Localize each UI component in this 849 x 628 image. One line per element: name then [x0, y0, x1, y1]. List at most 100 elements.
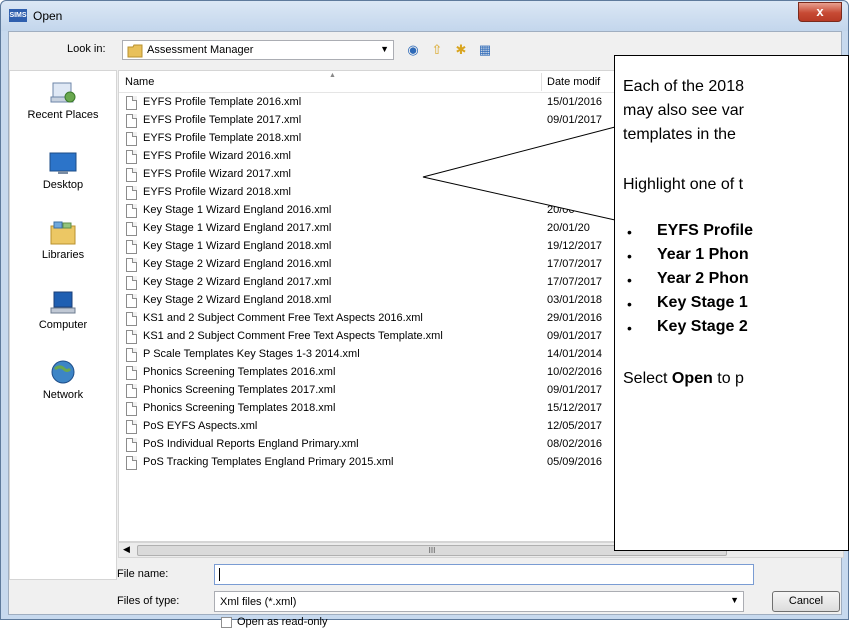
- title-bar[interactable]: SIMS Open x: [1, 1, 848, 31]
- file-name-cell: EYFS Profile Template 2016.xml: [143, 96, 302, 108]
- file-date-cell: 09/01/2017: [547, 114, 603, 126]
- file-date-cell: 29/01/2016: [547, 312, 603, 324]
- new-folder-icon[interactable]: ✱: [452, 41, 470, 59]
- sims-app-icon: SIMS: [9, 9, 27, 22]
- xml-file-icon: [126, 150, 137, 164]
- computer-icon: [50, 291, 76, 314]
- callout-select-line: Select Open to p: [623, 370, 744, 388]
- callout-bullet-item: EYFS Profile: [657, 222, 754, 239]
- place-desktop[interactable]: Desktop: [10, 149, 116, 191]
- place-libraries[interactable]: Libraries: [10, 219, 116, 261]
- network-icon: [51, 360, 75, 384]
- callout-bullet-item: Year 1 Phon: [657, 246, 749, 263]
- text-caret: [219, 568, 220, 581]
- back-icon[interactable]: ◉: [404, 41, 422, 59]
- look-in-dropdown[interactable]: Assessment Manager ▼: [122, 40, 394, 60]
- file-name-cell: EYFS Profile Wizard 2018.xml: [143, 186, 291, 198]
- file-date-cell: 08/02/2016: [547, 438, 603, 450]
- cancel-button[interactable]: Cancel: [772, 591, 840, 612]
- xml-file-icon: [126, 402, 137, 416]
- callout-line: may also see var: [623, 102, 744, 119]
- instruction-callout: Each of the 2018 may also see var templa…: [614, 55, 849, 551]
- xml-file-icon: [126, 186, 137, 200]
- callout-line: Each of the 2018: [623, 78, 744, 95]
- file-date-cell: 14/01/2014: [547, 348, 603, 360]
- xml-file-icon: [126, 222, 137, 236]
- callout-select-suffix: to p: [712, 370, 744, 387]
- file-name-cell: PoS Individual Reports England Primary.x…: [143, 438, 359, 450]
- bullet-glyph: •: [627, 272, 632, 288]
- file-name-cell: Phonics Screening Templates 2016.xml: [143, 366, 336, 378]
- file-name-cell: EYFS Profile Template 2017.xml: [143, 114, 302, 126]
- files-of-type-value: Xml files (*.xml): [220, 596, 297, 608]
- callout-open-keyword: Open: [671, 370, 713, 387]
- column-header-date[interactable]: Date modif: [547, 76, 600, 88]
- column-header-name[interactable]: Name: [125, 76, 154, 88]
- callout-bullet-item: Year 2 Phon: [657, 270, 749, 287]
- place-computer[interactable]: Computer: [10, 289, 116, 331]
- file-name-cell: PoS EYFS Aspects.xml: [143, 420, 258, 432]
- file-name-cell: KS1 and 2 Subject Comment Free Text Aspe…: [143, 312, 423, 324]
- xml-file-icon: [126, 348, 137, 362]
- callout-bullet-item: Key Stage 1: [657, 294, 748, 311]
- file-name-cell: KS1 and 2 Subject Comment Free Text Aspe…: [143, 330, 443, 342]
- file-name-cell: Key Stage 2 Wizard England 2018.xml: [143, 294, 332, 306]
- file-date-cell: 09/01/2017: [547, 330, 603, 342]
- file-name-label: File name:: [117, 568, 169, 580]
- bullet-glyph: •: [627, 248, 632, 264]
- place-label: Libraries: [41, 249, 85, 261]
- column-divider[interactable]: [541, 73, 542, 91]
- file-name-cell: PoS Tracking Templates England Primary 2…: [143, 456, 394, 468]
- xml-file-icon: [126, 438, 137, 452]
- view-menu-icon[interactable]: ▦: [476, 41, 494, 59]
- open-read-only-label[interactable]: Open as read-only: [237, 616, 328, 628]
- file-name-cell: Key Stage 2 Wizard England 2016.xml: [143, 258, 332, 270]
- place-label: Desktop: [42, 179, 84, 191]
- file-name-cell: Key Stage 1 Wizard England 2017.xml: [143, 222, 332, 234]
- callout-highlight-line: Highlight one of t: [623, 176, 744, 193]
- place-recent-places[interactable]: Recent Places: [10, 79, 116, 121]
- file-date-cell: 15/01/2016: [547, 96, 603, 108]
- place-label: Computer: [38, 319, 88, 331]
- chevron-down-icon[interactable]: ▼: [380, 44, 389, 54]
- up-folder-icon[interactable]: ⇧: [428, 41, 446, 59]
- file-name-cell: Key Stage 1 Wizard England 2016.xml: [143, 204, 332, 216]
- chevron-down-icon[interactable]: ▼: [730, 595, 739, 605]
- xml-file-icon: [126, 384, 137, 398]
- libraries-icon: [50, 221, 76, 245]
- file-name-cell: Key Stage 2 Wizard England 2017.xml: [143, 276, 332, 288]
- open-read-only-checkbox[interactable]: [221, 617, 232, 628]
- scroll-left-icon[interactable]: ◀: [123, 544, 130, 555]
- xml-file-icon: [126, 330, 137, 344]
- places-bar: Recent Places Desktop Libraries Computer…: [9, 70, 117, 580]
- bullet-glyph: •: [627, 320, 632, 336]
- files-of-type-dropdown[interactable]: Xml files (*.xml) ▼: [214, 591, 744, 612]
- place-network[interactable]: Network: [10, 359, 116, 401]
- file-name-input[interactable]: [214, 564, 754, 585]
- xml-file-icon: [126, 168, 137, 182]
- xml-file-icon: [126, 204, 137, 218]
- file-date-cell: 17/07/2017: [547, 258, 603, 270]
- navigation-toolbar: ◉ ⇧ ✱ ▦: [404, 40, 494, 60]
- window-title: Open: [33, 9, 63, 23]
- file-name-cell: EYFS Profile Wizard 2017.xml: [143, 168, 291, 180]
- folder-icon: [127, 44, 143, 58]
- sort-ascending-icon: ▲: [329, 72, 336, 79]
- file-date-cell: 17/07/2017: [547, 276, 603, 288]
- file-date-cell: 20/01/20: [547, 222, 590, 234]
- xml-file-icon: [126, 312, 137, 326]
- xml-file-icon: [126, 456, 137, 470]
- callout-bullet-item: Key Stage 2: [657, 318, 748, 335]
- xml-file-icon: [126, 366, 137, 380]
- file-date-cell: 19/12/2017: [547, 240, 603, 252]
- close-button[interactable]: x: [798, 2, 842, 22]
- bullet-glyph: •: [627, 296, 632, 312]
- xml-file-icon: [126, 240, 137, 254]
- place-label: Network: [42, 389, 84, 401]
- xml-file-icon: [126, 114, 137, 128]
- xml-file-icon: [126, 294, 137, 308]
- look-in-value: Assessment Manager: [147, 44, 254, 56]
- xml-file-icon: [126, 96, 137, 110]
- file-date-cell: 12/05/2017: [547, 420, 603, 432]
- file-name-cell: Phonics Screening Templates 2017.xml: [143, 384, 336, 396]
